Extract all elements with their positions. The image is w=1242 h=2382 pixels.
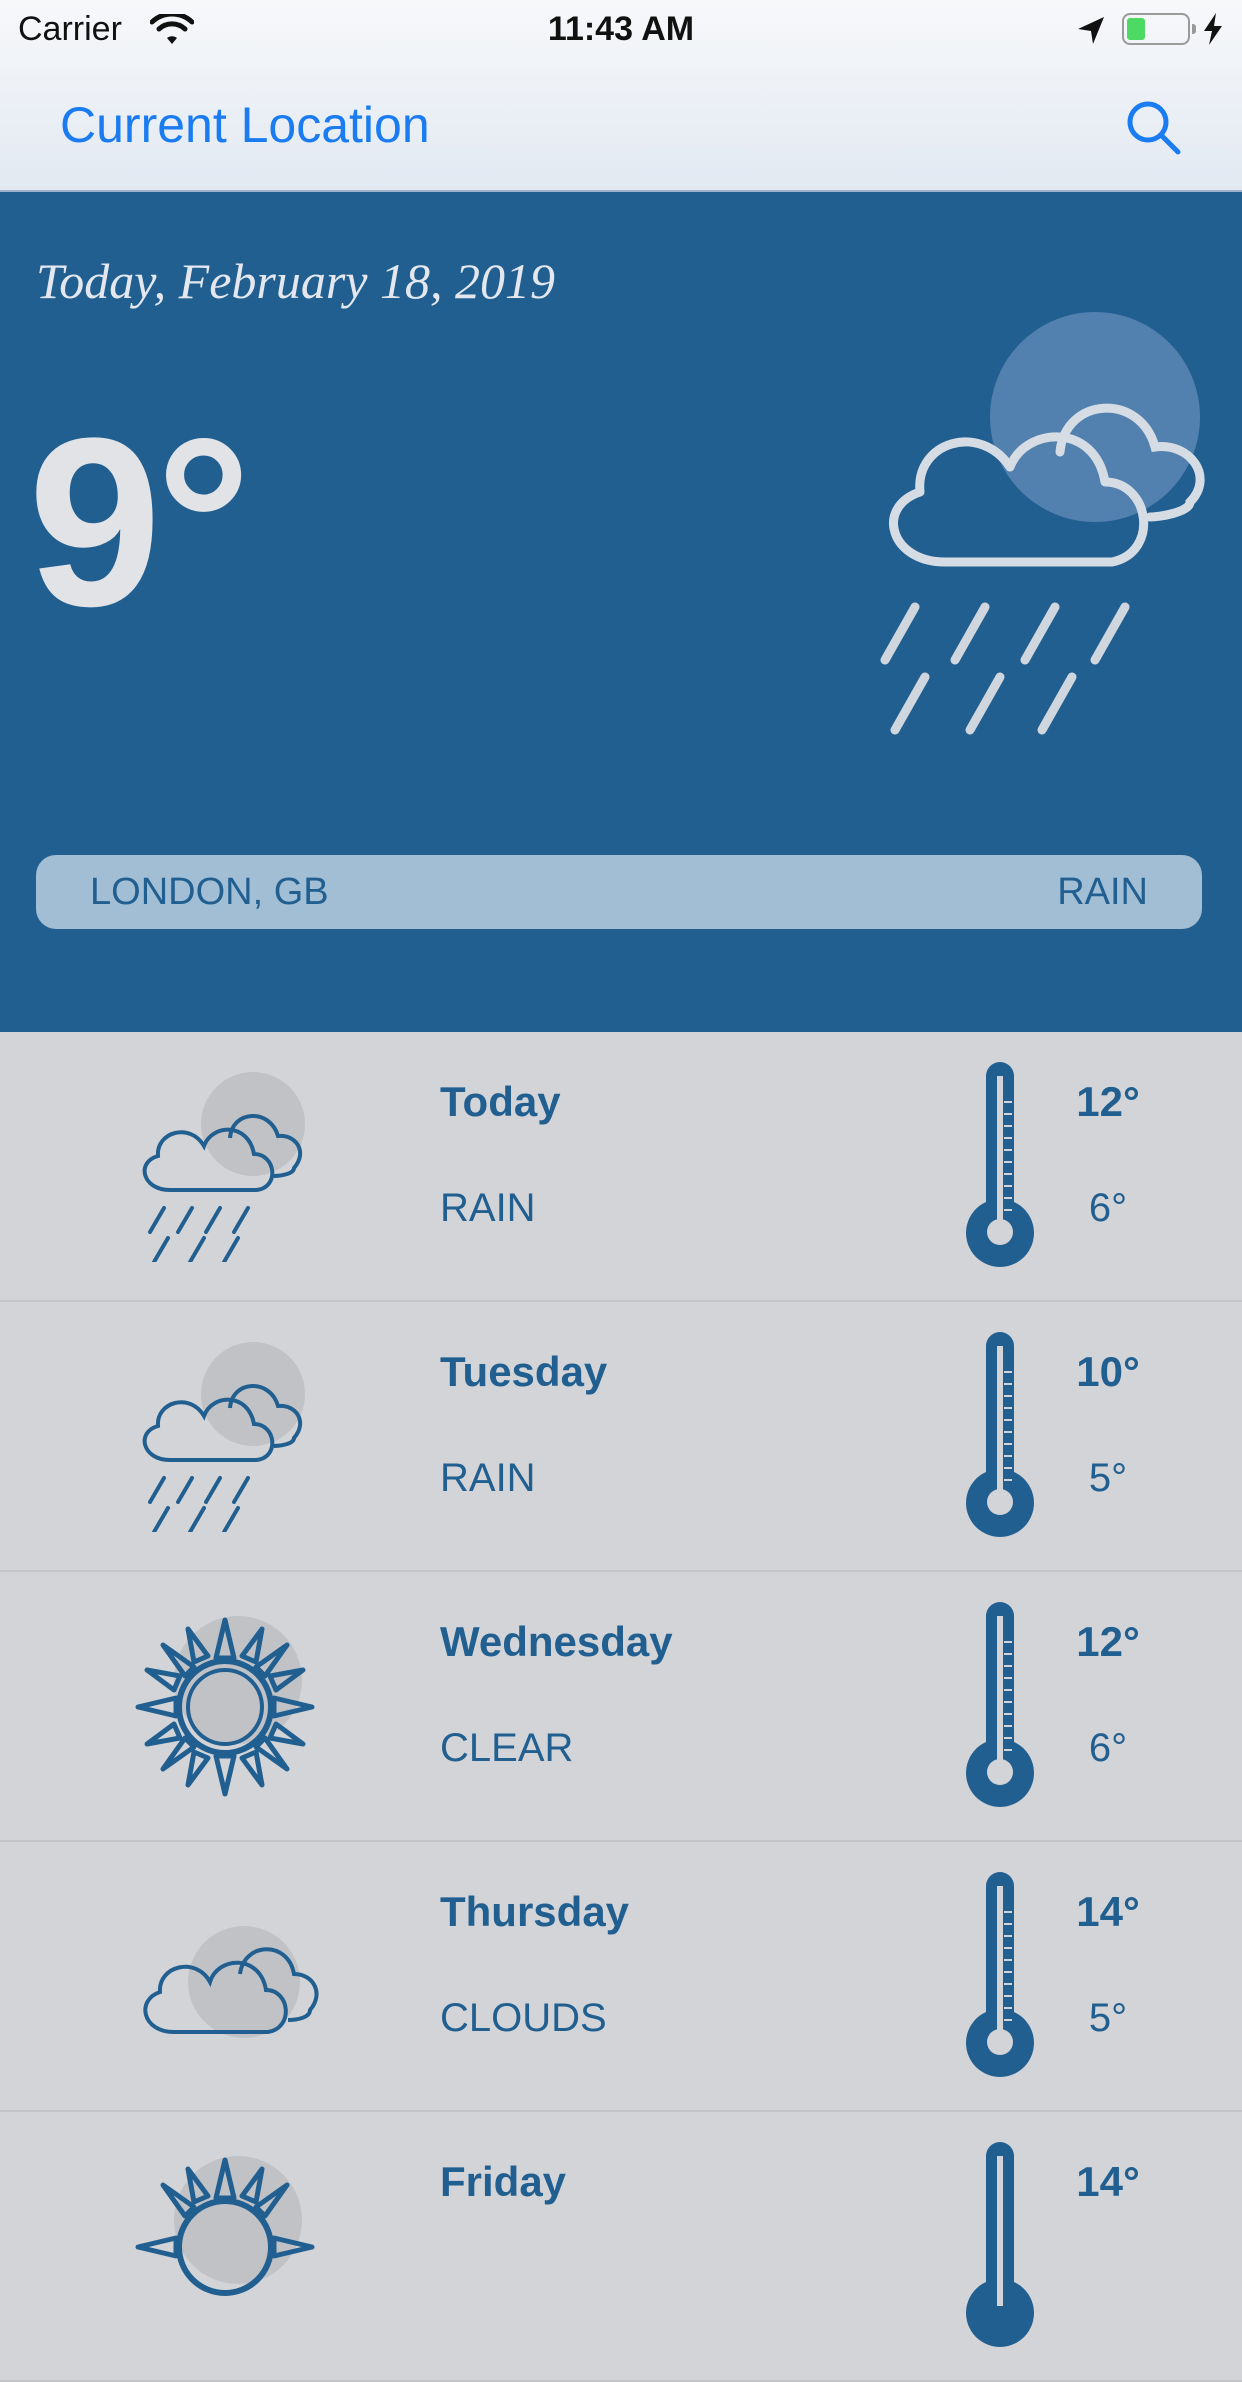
cloud-rain-icon: [142, 1072, 305, 1262]
status-bar: Carrier 11:43 AM: [0, 0, 1242, 62]
thermometer-icon: [966, 1872, 1034, 2077]
forecast-low: 6°: [1088, 1186, 1128, 1230]
forecast-row-tuesday[interactable]: Tuesday RAIN 10° 5°: [0, 1302, 1242, 1572]
sun-icon: [135, 2156, 315, 2296]
location-condition-bar: LONDON, GB RAIN: [36, 855, 1202, 929]
status-time: 11:43 AM: [547, 10, 695, 48]
current-condition: RAIN: [1057, 871, 1148, 913]
top-bar: Carrier 11:43 AM Current Location: [0, 0, 1242, 192]
forecast-condition: CLOUDS: [440, 1996, 607, 2040]
forecast-condition: RAIN: [440, 1186, 536, 1230]
forecast-day: Today: [440, 1078, 561, 1125]
forecast-day: Friday: [440, 2158, 567, 2205]
current-weather-panel: Today, February 18, 2019 9° LONDON, GB R…: [0, 192, 1242, 1032]
thermometer-icon: [966, 1332, 1034, 1537]
location-arrow-icon: [1078, 17, 1104, 44]
cloud-icon: [143, 1926, 319, 2038]
cloud-rain-icon: [880, 312, 1205, 735]
forecast-day: Wednesday: [440, 1618, 673, 1665]
forecast-row-friday[interactable]: Friday 14°: [0, 2112, 1242, 2382]
forecast-low: 6°: [1088, 1726, 1128, 1770]
sun-icon: [135, 1616, 315, 1797]
forecast-low: 5°: [1088, 1996, 1128, 2040]
current-date: Today, February 18, 2019: [36, 253, 555, 309]
current-temperature: 9°: [28, 388, 251, 656]
charging-bolt-icon: [1204, 13, 1222, 45]
forecast-high: 10°: [1076, 1348, 1140, 1395]
forecast-high: 12°: [1076, 1078, 1140, 1125]
forecast-condition: CLEAR: [440, 1726, 574, 1770]
forecast-high: 12°: [1076, 1618, 1140, 1665]
search-icon: [1127, 101, 1181, 155]
battery-icon: [1122, 13, 1196, 45]
forecast-day: Thursday: [440, 1888, 630, 1935]
forecast-row-today[interactable]: Today RAIN 12° 6°: [0, 1032, 1242, 1302]
battery-level: [1127, 18, 1145, 40]
forecast-high: 14°: [1076, 1888, 1140, 1935]
forecast-list[interactable]: Today RAIN 12° 6° Tuesday RAIN 10° 5° We…: [0, 1032, 1242, 2382]
forecast-condition: RAIN: [440, 1456, 536, 1500]
current-city: LONDON, GB: [90, 871, 329, 913]
forecast-low: 5°: [1088, 1456, 1128, 1500]
forecast-row-thursday[interactable]: Thursday CLOUDS 14° 5°: [0, 1842, 1242, 2112]
forecast-day: Tuesday: [440, 1348, 608, 1395]
thermometer-icon: [966, 2142, 1034, 2347]
thermometer-icon: [966, 1602, 1034, 1807]
forecast-high: 14°: [1076, 2158, 1140, 2205]
cloud-rain-icon: [142, 1342, 305, 1532]
forecast-row-wednesday[interactable]: Wednesday CLEAR 12° 6°: [0, 1572, 1242, 1842]
thermometer-icon: [966, 1062, 1034, 1267]
search-button[interactable]: [1122, 96, 1186, 160]
nav-title-current-location[interactable]: Current Location: [60, 96, 430, 154]
